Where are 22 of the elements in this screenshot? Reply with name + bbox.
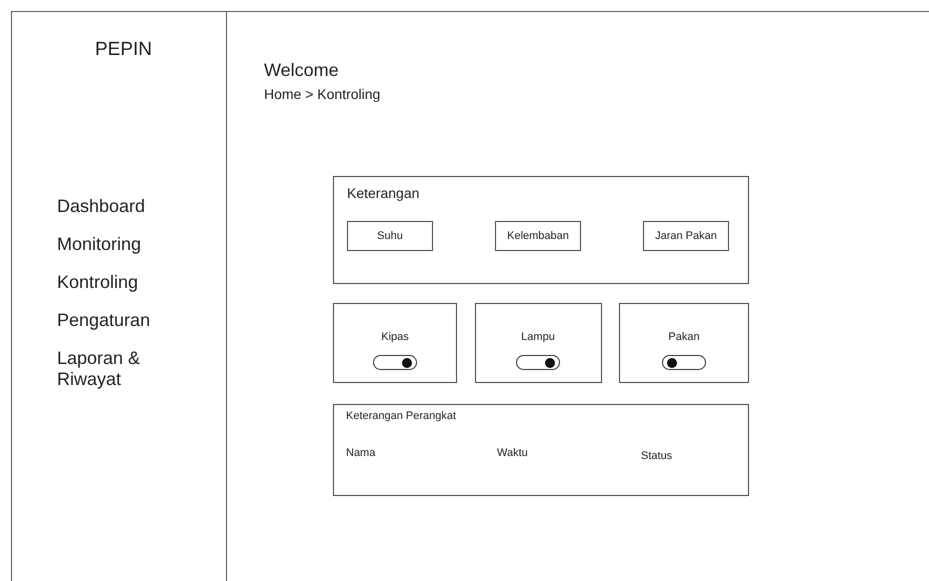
nav-item[interactable]: Dashboard — [57, 196, 187, 217]
nav-item[interactable]: Laporan & Riwayat — [57, 348, 187, 390]
info-button[interactable]: Kelembaban — [495, 221, 581, 251]
column-header: Nama — [346, 447, 376, 461]
panel-title: Keterangan — [347, 185, 420, 201]
page-title: Welcome — [264, 60, 339, 81]
nav-item[interactable]: Pengaturan — [57, 310, 187, 331]
toggle-switch[interactable] — [516, 355, 560, 370]
control-label: Kipas — [381, 331, 409, 343]
nav-item[interactable]: Kontroling — [57, 272, 187, 293]
breadcrumb: Home > Kontroling — [264, 86, 380, 102]
info-button[interactable]: Suhu — [347, 221, 433, 251]
control-label: Pakan — [668, 331, 700, 343]
control-label: Lampu — [521, 331, 555, 343]
toggle-switch[interactable] — [662, 355, 706, 370]
panel-title: Keterangan Perangkat — [346, 410, 456, 422]
nav-item[interactable]: Monitoring — [57, 234, 187, 255]
app-logo: PEPIN — [95, 39, 152, 61]
toggle-switch[interactable] — [373, 355, 417, 370]
info-button[interactable]: Jaran Pakan — [643, 221, 729, 251]
column-header: Waktu — [497, 447, 528, 461]
column-header: Status — [641, 450, 672, 462]
